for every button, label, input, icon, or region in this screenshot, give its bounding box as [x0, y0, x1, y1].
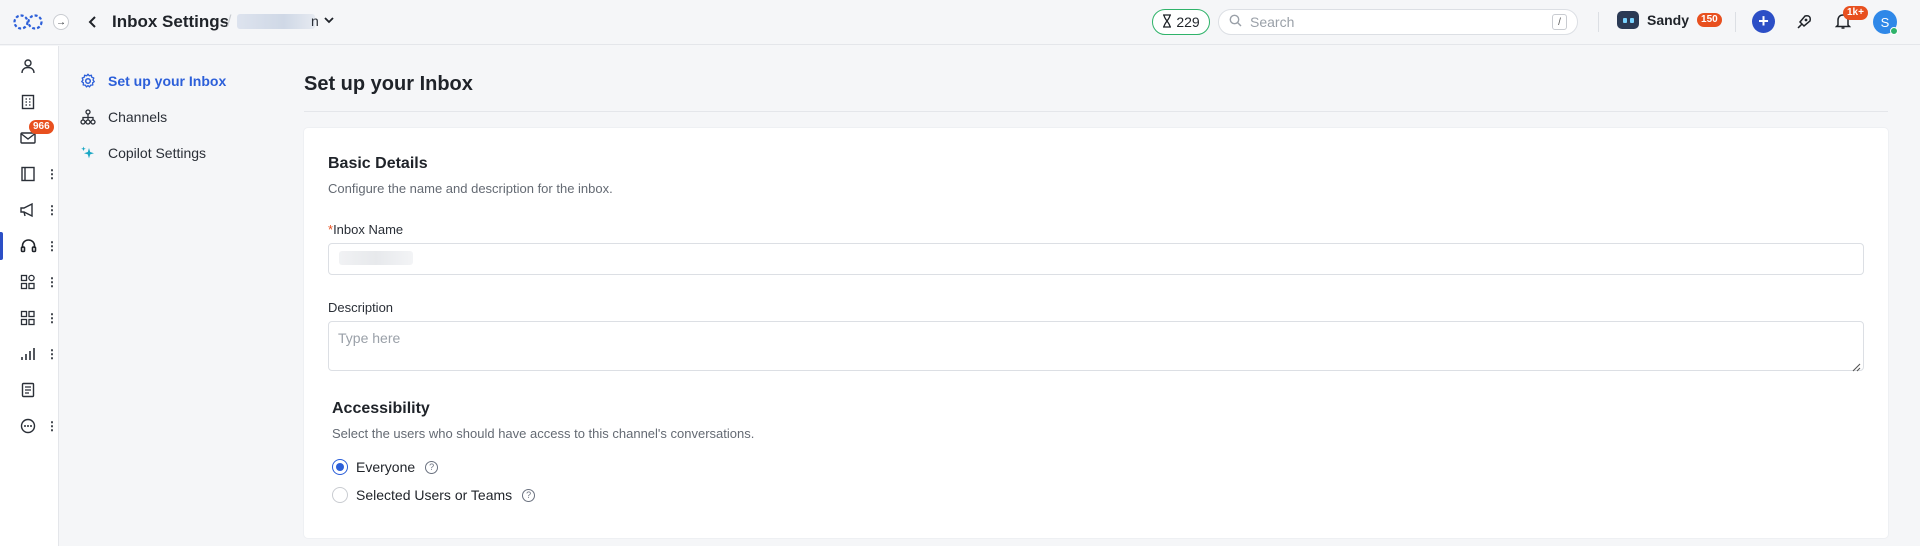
search-input[interactable]: Search / — [1218, 9, 1578, 35]
rail-item-campaigns[interactable]: ⋮ — [0, 194, 59, 226]
divider — [1598, 12, 1599, 32]
user-menu[interactable]: Sandy 150 — [1617, 11, 1722, 29]
expand-sidebar-button[interactable]: → — [53, 14, 69, 30]
back-icon[interactable] — [85, 13, 101, 31]
section-page-title: Set up your Inbox — [304, 73, 473, 95]
user-count-badge: 150 — [1697, 13, 1722, 27]
inbox-name-label: *Inbox Name — [328, 222, 403, 237]
description-field[interactable]: Type here — [328, 321, 1864, 372]
sparkle-icon — [80, 145, 96, 161]
redacted-inbox-name — [237, 13, 315, 29]
create-new-button[interactable]: + — [1752, 10, 1775, 33]
nav-item-channels[interactable]: Channels — [80, 106, 167, 128]
top-bar: → Inbox Settings / n 229 Search / Sandy … — [0, 0, 1920, 45]
building-icon — [18, 92, 38, 112]
more-circle-icon — [18, 416, 38, 436]
rail-item-more[interactable]: ⋮ — [0, 410, 59, 442]
notification-badge: 1k+ — [1843, 6, 1868, 20]
help-icon[interactable]: ? — [425, 460, 439, 474]
more-options-icon[interactable]: ⋮ — [46, 204, 58, 216]
more-options-icon[interactable]: ⋮ — [46, 312, 58, 324]
megaphone-icon — [18, 200, 38, 220]
rail-item-knowledge[interactable] — [0, 374, 59, 406]
description-placeholder: Type here — [338, 330, 401, 346]
inbox-count-badge: 966 — [29, 120, 54, 134]
nav-item-label: Channels — [108, 109, 168, 125]
resize-handle-icon[interactable] — [1852, 359, 1861, 372]
more-options-icon[interactable]: ⋮ — [46, 168, 58, 180]
rail-item-reports[interactable]: ⋮ — [0, 158, 59, 190]
title-separator: / — [227, 13, 232, 30]
rail-item-contacts[interactable] — [0, 50, 59, 82]
gear-icon — [80, 73, 96, 89]
radio-label: Everyone — [356, 459, 416, 475]
radio-label: Selected Users or Teams — [356, 487, 513, 503]
person-icon — [18, 56, 38, 76]
accessibility-title: Accessibility — [332, 400, 430, 417]
rail-item-apps[interactable]: ⋮ — [0, 266, 59, 298]
inbox-name-tail: n — [311, 13, 319, 29]
bot-avatar-icon — [1617, 11, 1639, 29]
bar-chart-icon — [18, 344, 38, 364]
radio-option-everyone[interactable]: Everyone ? — [332, 459, 439, 475]
left-rail: 966 ⋮ ⋮ ⋮ ⋮ ⋮ ⋮ ⋮ — [0, 46, 59, 546]
notifications-button[interactable]: 1k+ — [1832, 6, 1868, 33]
hierarchy-icon — [80, 109, 96, 125]
search-placeholder: Search — [1250, 14, 1295, 30]
headset-icon — [18, 236, 38, 256]
rail-item-integrations[interactable]: ⋮ — [0, 302, 59, 334]
document-icon — [18, 380, 38, 400]
user-name: Sandy — [1647, 12, 1690, 28]
apps-grid-icon — [18, 308, 38, 328]
divider — [1735, 12, 1736, 32]
avatar-initial: S — [1880, 14, 1890, 30]
search-icon — [1229, 14, 1242, 30]
more-options-icon[interactable]: ⋮ — [46, 240, 58, 252]
hourglass-icon — [1162, 13, 1172, 31]
inbox-selector[interactable]: n — [237, 13, 334, 29]
help-icon[interactable]: ? — [522, 488, 536, 502]
divider — [304, 111, 1888, 112]
nav-item-label: Copilot Settings — [108, 145, 207, 161]
more-options-icon[interactable]: ⋮ — [46, 348, 58, 360]
accessibility-description: Select the users who should have access … — [332, 426, 755, 441]
nav-item-copilot-settings[interactable]: Copilot Settings — [80, 142, 206, 164]
rail-item-support[interactable]: ⋮ — [0, 230, 59, 262]
page-title: Inbox Settings — [112, 12, 230, 31]
app-logo[interactable] — [11, 12, 47, 32]
settings-card: Basic Details Configure the name and des… — [304, 128, 1888, 538]
rail-item-companies[interactable] — [0, 86, 59, 118]
radio-option-selected-users[interactable]: Selected Users or Teams ? — [332, 487, 536, 503]
basic-details-title: Basic Details — [328, 155, 428, 172]
chevron-down-icon — [324, 15, 334, 27]
rail-item-inbox[interactable]: 966 — [0, 120, 59, 154]
basic-details-description: Configure the name and description for t… — [328, 181, 613, 196]
inbox-name-field[interactable] — [328, 243, 1864, 275]
timer-pill[interactable]: 229 — [1152, 9, 1210, 35]
settings-nav: Set up your Inbox Channels Copilot Setti… — [60, 46, 290, 546]
radio-button-selected[interactable] — [332, 459, 348, 475]
redacted-inbox-name-value — [339, 251, 413, 265]
inbox-name-label-text: Inbox Name — [333, 222, 404, 237]
apps-grid-icon — [18, 272, 38, 292]
nav-item-setup-inbox[interactable]: Set up your Inbox — [80, 70, 226, 92]
nav-item-label: Set up your Inbox — [108, 73, 227, 89]
search-shortcut-hint: / — [1552, 14, 1567, 30]
timer-value: 229 — [1176, 14, 1200, 30]
profile-avatar[interactable]: S — [1873, 10, 1898, 35]
ledger-icon — [18, 164, 38, 184]
online-status-dot — [1890, 27, 1898, 35]
radio-button[interactable] — [332, 487, 348, 503]
description-label: Description — [328, 300, 394, 315]
more-options-icon[interactable]: ⋮ — [46, 276, 58, 288]
rail-item-analytics[interactable]: ⋮ — [0, 338, 59, 370]
more-options-icon[interactable]: ⋮ — [46, 420, 58, 432]
rocket-icon[interactable] — [1793, 11, 1815, 33]
